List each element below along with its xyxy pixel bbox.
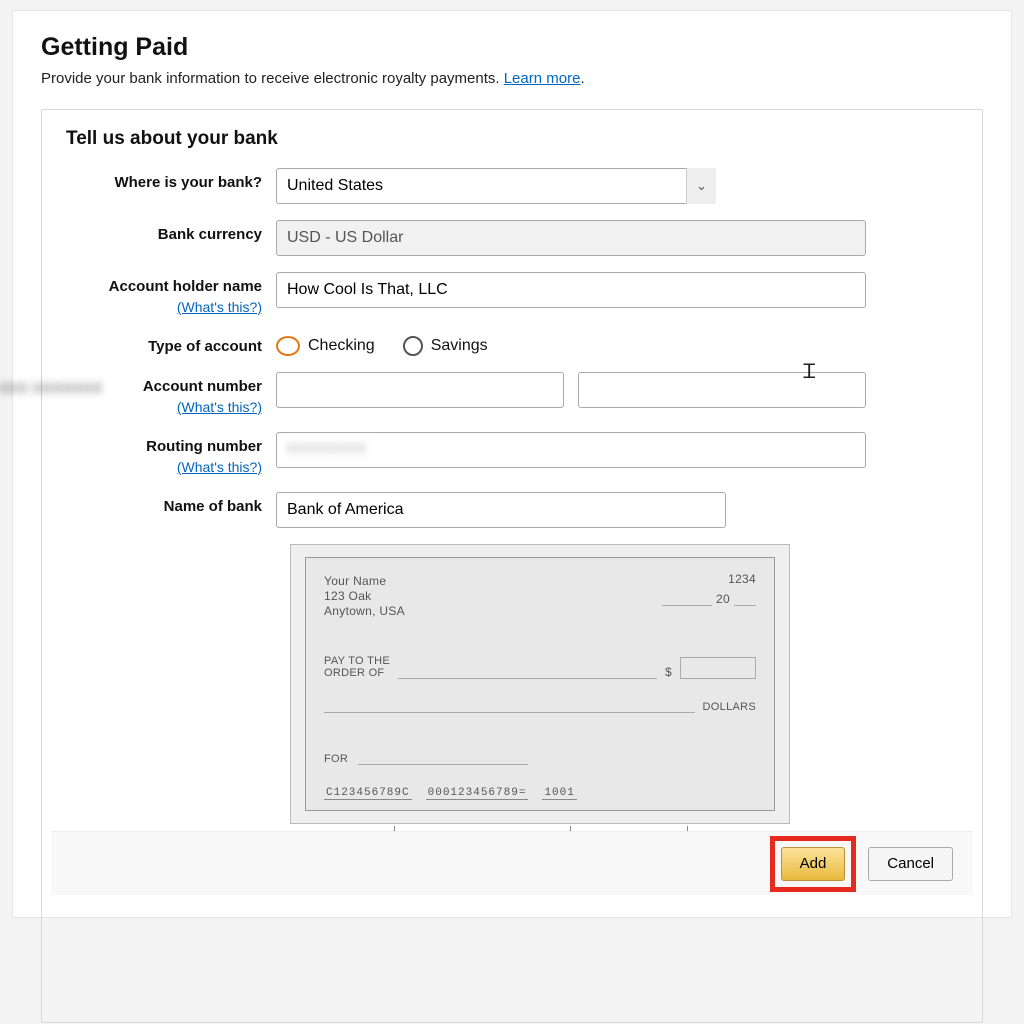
- footer-bar: Add Cancel: [51, 831, 973, 895]
- add-button-highlight: Add: [770, 836, 857, 892]
- check-micr-check: 1001: [542, 787, 576, 800]
- radio-checking[interactable]: Checking: [276, 336, 375, 356]
- page-title: Getting Paid: [41, 33, 983, 62]
- radio-checking-label: Checking: [308, 337, 375, 355]
- label-account-number: Account number: [143, 378, 262, 395]
- bank-name-input[interactable]: [276, 492, 726, 528]
- label-bank-name: Name of bank: [66, 492, 276, 516]
- whats-this-holder-link[interactable]: (What's this?): [66, 298, 262, 316]
- check-date-suffix: 20: [716, 592, 730, 606]
- whats-this-account-link[interactable]: (What's this?): [66, 398, 262, 416]
- check-name-line1: Your Name: [324, 574, 756, 589]
- account-number-confirm-input[interactable]: [578, 372, 866, 408]
- check-for-label: FOR: [324, 753, 348, 765]
- label-account-type: Type of account: [66, 332, 276, 356]
- page-subtitle: Provide your bank information to receive…: [41, 70, 983, 87]
- radio-checking-dot: [276, 336, 300, 356]
- label-account-holder: Account holder name: [109, 278, 262, 295]
- account-number-input[interactable]: [276, 372, 564, 408]
- text-cursor-icon: Ꮖ: [803, 361, 816, 384]
- check-micr-account: 000123456789=: [426, 787, 529, 800]
- account-holder-input[interactable]: [276, 272, 866, 308]
- label-routing-number: Routing number: [146, 438, 262, 455]
- radio-savings-label: Savings: [431, 337, 488, 355]
- label-bank-location: Where is your bank?: [66, 168, 276, 192]
- check-number: 1234: [728, 572, 756, 586]
- check-micr-routing: C123456789C: [324, 787, 412, 800]
- cancel-button[interactable]: Cancel: [868, 847, 953, 881]
- check-orderof: ORDER OF: [324, 667, 384, 679]
- bank-currency-field: [276, 220, 866, 256]
- bank-location-select[interactable]: [276, 168, 716, 204]
- learn-more-link[interactable]: Learn more: [504, 70, 581, 87]
- check-name-line3: Anytown, USA: [324, 604, 756, 619]
- add-button[interactable]: Add: [781, 847, 846, 881]
- label-bank-currency: Bank currency: [66, 220, 276, 244]
- check-dollar-sign: $: [665, 665, 672, 679]
- whats-this-routing-link[interactable]: (What's this?): [66, 458, 262, 476]
- sample-check-image: Your Name 123 Oak Anytown, USA 1234 20 P…: [290, 544, 790, 872]
- check-dollars-label: DOLLARS: [703, 701, 756, 713]
- radio-savings-dot: [403, 336, 423, 356]
- section-title: Tell us about your bank: [66, 128, 958, 150]
- subtitle-text: Provide your bank information to receive…: [41, 70, 504, 87]
- radio-savings[interactable]: Savings: [403, 336, 488, 356]
- check-payto: PAY TO THE: [324, 655, 390, 667]
